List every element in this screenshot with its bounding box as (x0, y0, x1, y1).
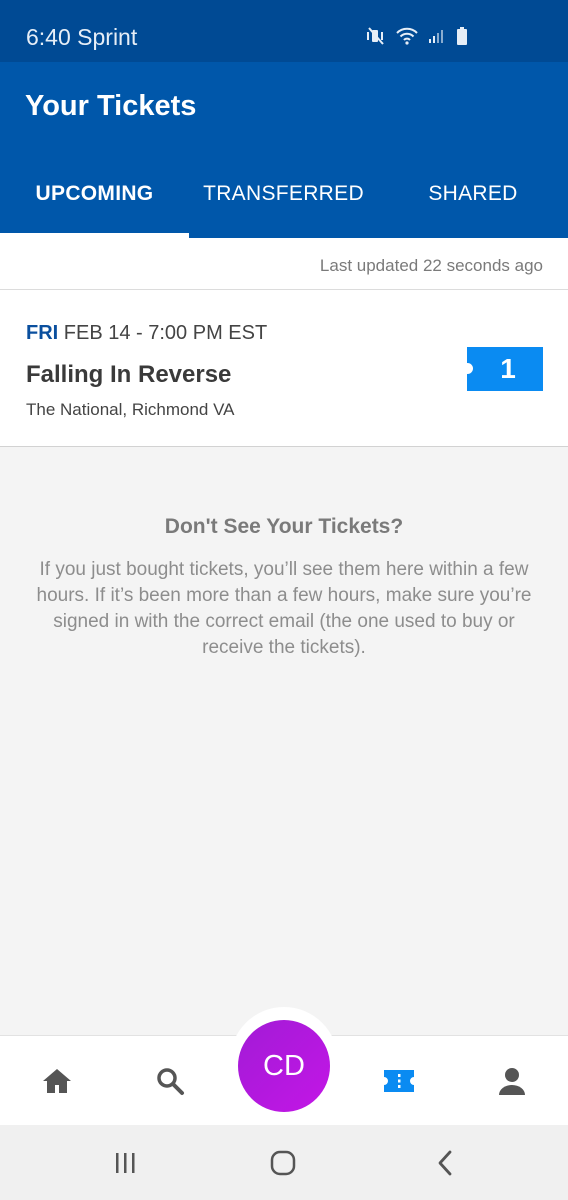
event-card[interactable]: FRI FEB 14 - 7:00 PM EST Falling In Reve… (0, 290, 568, 447)
ticket-notch (462, 363, 473, 374)
ticket-count-badge[interactable]: 1 (462, 347, 543, 391)
search-icon[interactable] (150, 1064, 190, 1098)
ticket-count: 1 (500, 353, 516, 384)
tab-shared[interactable]: SHARED (378, 150, 568, 238)
page-title: Your Tickets (25, 90, 197, 122)
tab-bar: UPCOMING TRANSFERRED SHARED (0, 150, 568, 238)
back-icon[interactable] (430, 1145, 460, 1181)
home-circle-icon[interactable] (268, 1145, 298, 1181)
app-header: Your Tickets UPCOMING TRANSFERRED SHARED (0, 62, 568, 238)
status-bar: 6:40 Sprint (0, 0, 568, 62)
status-icons (366, 26, 468, 51)
help-text: If you just bought tickets, you’ll see t… (36, 559, 532, 658)
last-updated-text: Last updated 22 seconds ago (319, 256, 543, 275)
battery-icon (456, 26, 468, 51)
status-time: 6:40 (26, 24, 71, 50)
event-day: FRI (26, 322, 59, 344)
recent-apps-icon[interactable] (110, 1145, 140, 1181)
status-carrier: Sprint (77, 24, 138, 50)
event-venue: The National, Richmond VA (26, 400, 235, 419)
last-updated-bar: Last updated 22 seconds ago (0, 238, 568, 290)
event-date-time: FEB 14 - 7:00 PM EST (63, 322, 268, 344)
tickets-icon[interactable] (379, 1064, 419, 1098)
tab-upcoming[interactable]: UPCOMING (0, 150, 189, 238)
missing-tickets-help: Don't See Your Tickets? If you just boug… (0, 515, 568, 661)
avatar[interactable]: CD (238, 1020, 330, 1112)
mute-vibrate-icon (366, 26, 386, 51)
help-title: Don't See Your Tickets? (164, 515, 404, 538)
system-nav-bar (0, 1125, 568, 1200)
home-icon[interactable] (37, 1064, 77, 1098)
tab-transferred[interactable]: TRANSFERRED (189, 150, 378, 238)
status-time-carrier: 6:40 Sprint (26, 24, 137, 51)
event-name: Falling In Reverse (26, 361, 232, 388)
event-date: FRI FEB 14 - 7:00 PM EST (26, 322, 267, 345)
account-icon[interactable] (492, 1064, 532, 1098)
cell-signal-icon (428, 28, 446, 49)
wifi-icon (396, 27, 418, 50)
